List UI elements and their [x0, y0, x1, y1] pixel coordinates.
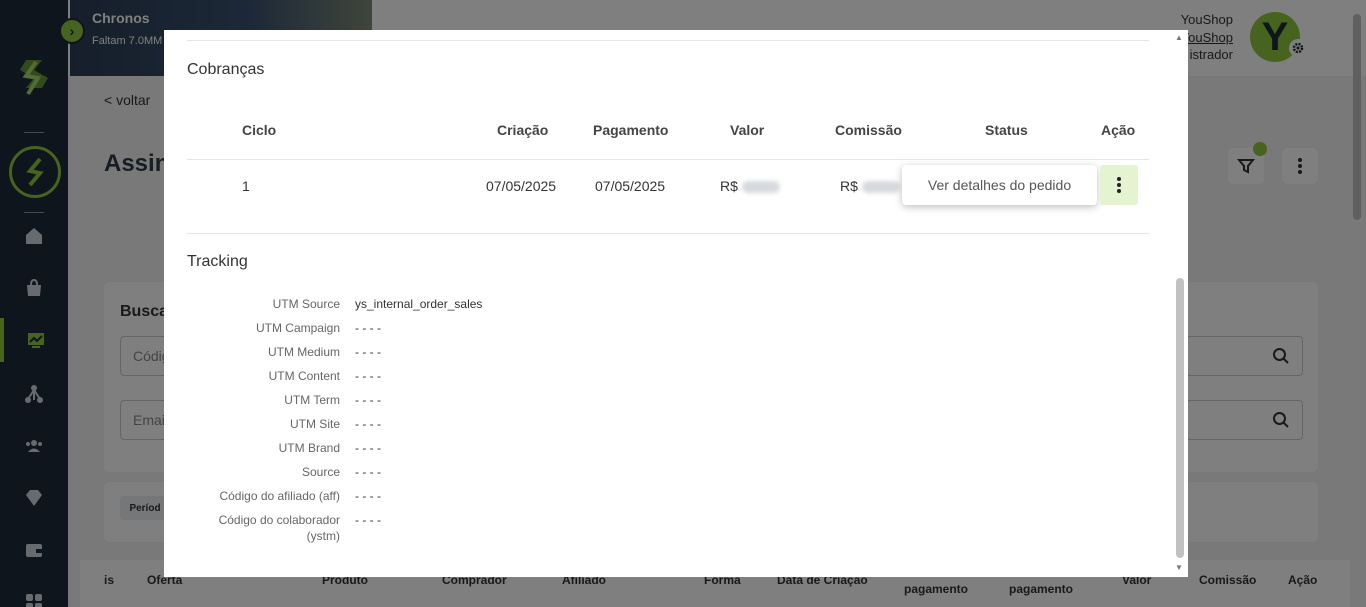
charge-ciclo: 1: [242, 178, 250, 194]
charge-valor-currency: R$: [720, 178, 738, 194]
tracking-label: UTM Source: [272, 297, 340, 311]
tracking-value: - - - -: [355, 441, 381, 455]
tracking-label: UTM Campaign: [255, 321, 340, 335]
divider: [187, 40, 1149, 41]
charge-valor: R$: [720, 178, 780, 194]
redacted-value: [861, 181, 900, 194]
modal-scrollbar-thumb[interactable]: [1176, 278, 1184, 558]
tracking-label: Código do colaborador: [218, 513, 340, 527]
tracking-label: UTM Term: [284, 393, 340, 407]
tracking-value: - - - -: [355, 417, 381, 431]
divider: [187, 233, 1149, 234]
kebab-menu-icon: [1117, 177, 1121, 193]
charges-section-title: Cobranças: [187, 61, 265, 78]
charges-header-pagamento: Pagamento: [593, 122, 669, 138]
tracking-value: - - - -: [355, 369, 381, 383]
tracking-value: - - - -: [355, 393, 381, 407]
tracking-label: UTM Brand: [278, 441, 340, 455]
tracking-label: UTM Medium: [267, 345, 340, 359]
tracking-section-title: Tracking: [187, 253, 248, 270]
scroll-up-arrow-icon[interactable]: ▲: [1175, 33, 1183, 42]
charges-header-valor: Valor: [730, 122, 765, 138]
charge-actions-button[interactable]: [1100, 165, 1138, 205]
tracking-value: - - - -: [355, 321, 381, 335]
tracking-value: - - - -: [355, 489, 381, 503]
charge-criacao: 07/05/2025: [486, 178, 557, 194]
charges-header-acao: Ação: [1101, 122, 1136, 138]
order-details-modal: Cobranças Ciclo Criação Pagamento Valor …: [164, 30, 1188, 577]
charge-comissao-currency: R$: [840, 178, 858, 194]
charge-pagamento: 07/05/2025: [595, 178, 666, 194]
tracking-label-continued: (ystm): [306, 529, 340, 543]
tracking-value: - - - -: [355, 465, 381, 479]
charges-header-status: Status: [985, 122, 1028, 138]
tracking-label: Source: [301, 465, 340, 479]
tracking-value: - - - -: [355, 345, 381, 359]
tracking-label: Código do afiliado (aff): [219, 489, 340, 503]
charges-header-comissao: Comissão: [835, 122, 902, 138]
tracking-label: UTM Site: [289, 417, 340, 431]
charges-header-criacao: Criação: [497, 122, 549, 138]
view-order-details-option[interactable]: Ver detalhes do pedido: [902, 165, 1097, 205]
divider: [187, 159, 1149, 160]
tracking-label: UTM Content: [268, 369, 340, 383]
charges-header-ciclo: Ciclo: [242, 122, 277, 138]
redacted-value: [741, 181, 780, 194]
tracking-value: ys_internal_order_sales: [355, 297, 483, 311]
charge-comissao: R$: [840, 178, 900, 194]
scroll-down-arrow-icon[interactable]: ▼: [1175, 563, 1183, 572]
tracking-value: - - - -: [355, 513, 381, 527]
